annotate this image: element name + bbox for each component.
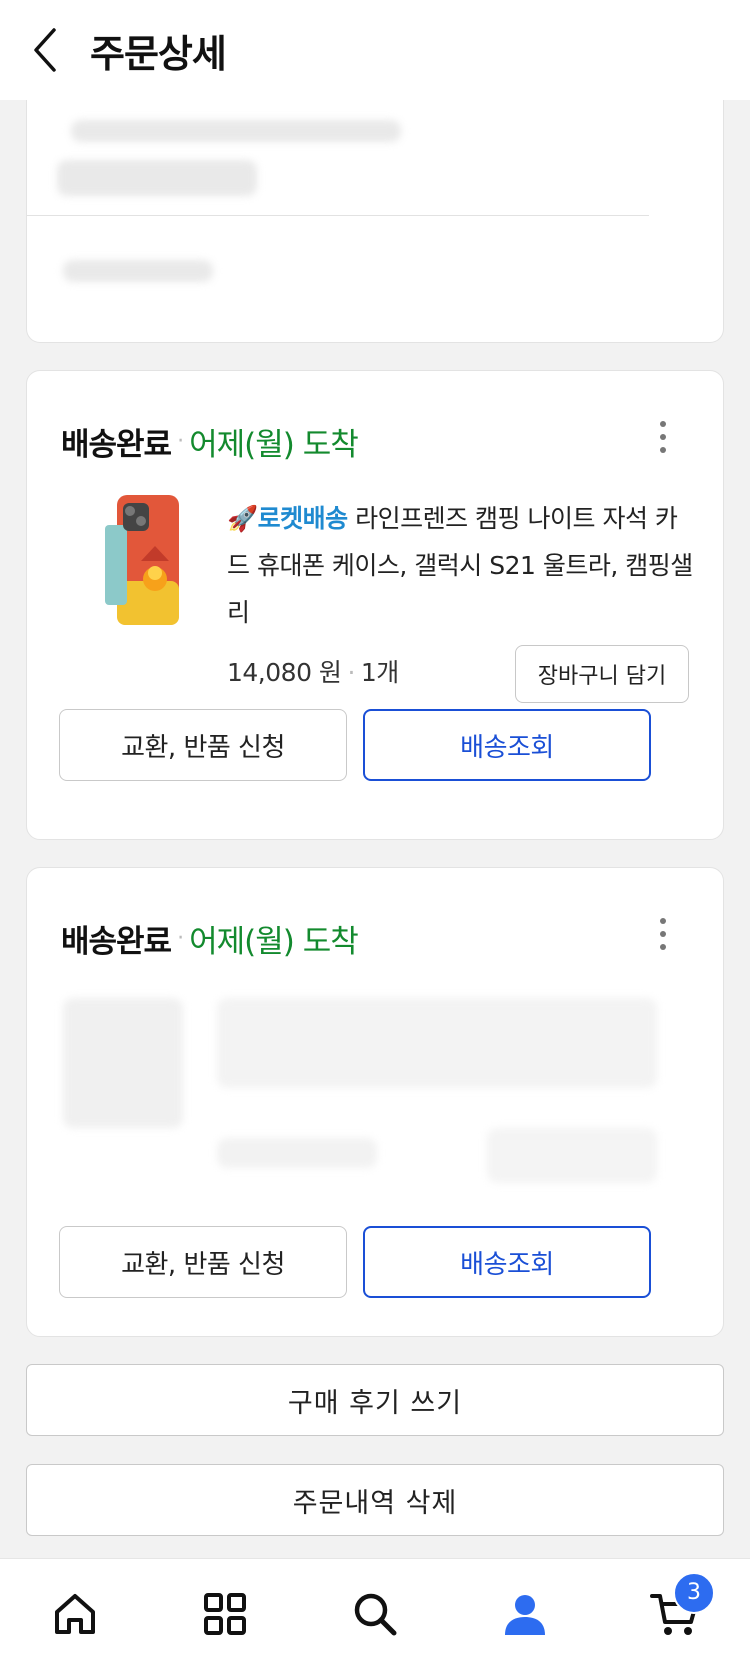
order-info-card bbox=[26, 60, 724, 343]
bottom-navigation: 3 bbox=[0, 1558, 750, 1668]
separator-dot: · bbox=[177, 429, 184, 454]
arrival-date: 어제(월) 도착 bbox=[189, 924, 359, 960]
nav-home[interactable] bbox=[25, 1564, 125, 1664]
nav-my-page[interactable] bbox=[475, 1564, 575, 1664]
back-button[interactable] bbox=[0, 0, 90, 100]
chevron-left-icon bbox=[34, 28, 56, 72]
product-title[interactable]: 🚀로켓배송 라인프렌즈 캠핑 나이트 자석 카드 휴대폰 케이스, 갤럭시 S2… bbox=[227, 495, 697, 636]
blurred-thumbnail bbox=[63, 998, 183, 1128]
separator-dot: · bbox=[177, 926, 184, 951]
separator-dot: · bbox=[347, 658, 355, 687]
exchange-return-button[interactable]: 교환, 반품 신청 bbox=[59, 1226, 347, 1298]
delete-order-button[interactable]: 주문내역 삭제 bbox=[26, 1464, 724, 1536]
my-page-icon bbox=[505, 1594, 545, 1635]
search-icon bbox=[354, 1593, 397, 1635]
delivery-status: 배송완료 bbox=[61, 427, 172, 463]
track-delivery-button[interactable]: 배송조회 bbox=[363, 709, 651, 781]
product-thumbnail[interactable] bbox=[83, 491, 203, 631]
delivery-status-row: 배송완료 · 어제(월) 도착 bbox=[61, 916, 359, 961]
exchange-return-button[interactable]: 교환, 반품 신청 bbox=[59, 709, 347, 781]
home-icon bbox=[55, 1593, 95, 1634]
cart-count-badge: 3 bbox=[673, 1571, 715, 1614]
more-options-icon[interactable] bbox=[653, 417, 673, 457]
rocket-delivery-badge: 로켓배송 bbox=[257, 504, 349, 533]
category-icon bbox=[204, 1592, 246, 1635]
add-to-cart-button[interactable]: 장바구니 담기 bbox=[515, 645, 689, 703]
write-review-button[interactable]: 구매 후기 쓰기 bbox=[26, 1364, 724, 1436]
blurred-text bbox=[57, 160, 257, 196]
blurred-text bbox=[217, 998, 657, 1088]
price: 14,080 원 bbox=[227, 658, 342, 687]
nav-category[interactable] bbox=[175, 1564, 275, 1664]
blurred-text bbox=[217, 1138, 377, 1168]
more-options-icon[interactable] bbox=[653, 914, 673, 954]
nav-cart[interactable]: 3 bbox=[625, 1564, 725, 1664]
app-header: 주문상세 bbox=[0, 0, 750, 100]
price-row: 14,080 원 · 1개 bbox=[227, 653, 399, 689]
nav-search[interactable] bbox=[325, 1564, 425, 1664]
divider bbox=[27, 215, 649, 216]
blurred-text bbox=[63, 260, 213, 282]
phone-case-image bbox=[105, 495, 179, 625]
track-delivery-button[interactable]: 배송조회 bbox=[363, 1226, 651, 1298]
page-title: 주문상세 bbox=[90, 31, 227, 76]
delivery-status: 배송완료 bbox=[61, 924, 172, 960]
delivery-status-row: 배송완료 · 어제(월) 도착 bbox=[61, 419, 359, 464]
quantity: 1개 bbox=[360, 658, 399, 687]
rocket-icon: 🚀 bbox=[227, 504, 258, 533]
order-item-card: 배송완료 · 어제(월) 도착 교환, 반품 신청 배송조회 bbox=[26, 867, 724, 1337]
order-item-card: 배송완료 · 어제(월) 도착 🚀로켓배송 라인프렌즈 캠핑 나이트 자석 카드… bbox=[26, 370, 724, 840]
blurred-text bbox=[71, 120, 401, 142]
blurred-button bbox=[487, 1128, 657, 1183]
arrival-date: 어제(월) 도착 bbox=[189, 427, 359, 463]
